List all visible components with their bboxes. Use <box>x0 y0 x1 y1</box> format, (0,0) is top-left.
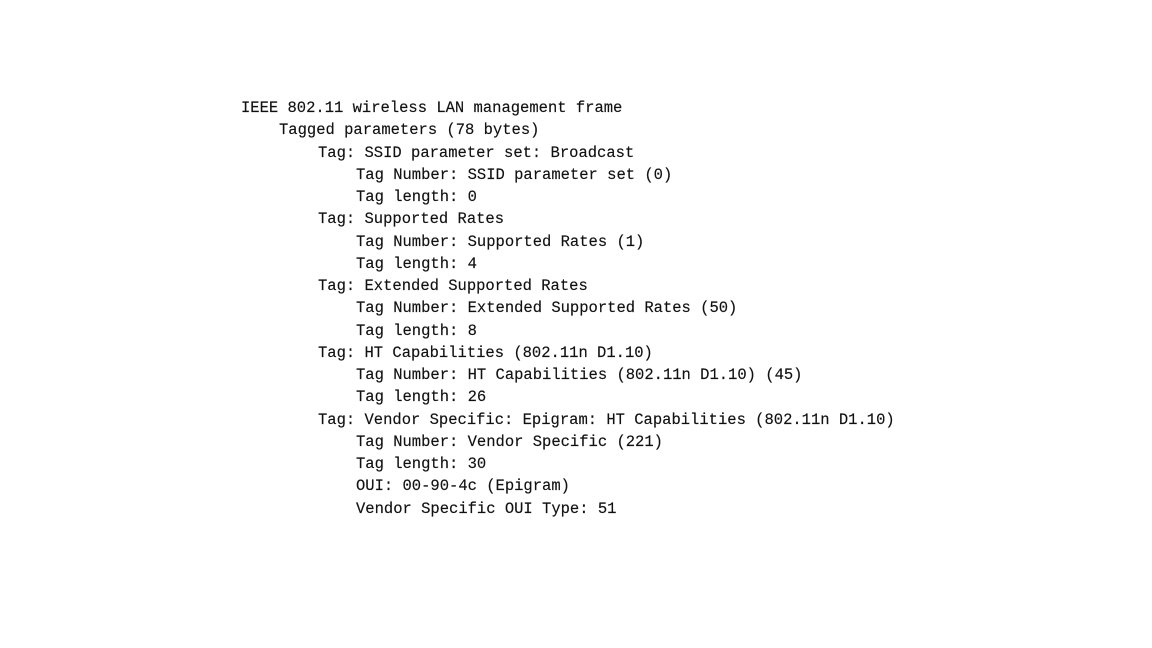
tag-vendor-specific-oui-type: Vendor Specific OUI Type: 51 <box>356 499 617 518</box>
tag-ht-capabilities-length: Tag length: 26 <box>356 388 487 407</box>
tag-supported-rates-number: Tag Number: Supported Rates (1) <box>356 232 645 251</box>
tag-extended-rates-number: Tag Number: Extended Supported Rates (50… <box>356 299 738 318</box>
frame-title: IEEE 802.11 wireless LAN management fram… <box>241 99 623 117</box>
tagged-parameters: Tagged parameters (78 bytes) <box>279 121 540 140</box>
tag-vendor-specific-oui: OUI: 00-90-4c (Epigram) <box>356 477 570 496</box>
tag-ht-capabilities-header: Tag: HT Capabilities (802.11n D1.10) <box>318 343 653 362</box>
tag-extended-rates-header: Tag: Extended Supported Rates <box>318 277 588 295</box>
tag-ssid-length: Tag length: 0 <box>356 188 477 206</box>
tag-ssid-header: Tag: SSID parameter set: Broadcast <box>318 143 635 162</box>
tag-extended-rates-length: Tag length: 8 <box>356 321 477 340</box>
packet-detail-tree: IEEE 802.11 wireless LAN management fram… <box>241 97 895 520</box>
tag-ht-capabilities-number: Tag Number: HT Capabilities (802.11n D1.… <box>356 366 803 384</box>
tag-vendor-specific-header: Tag: Vendor Specific: Epigram: HT Capabi… <box>318 410 895 429</box>
tag-vendor-specific-number: Tag Number: Vendor Specific (221) <box>356 432 663 451</box>
tag-ssid-number: Tag Number: SSID parameter set (0) <box>356 165 673 184</box>
tag-supported-rates-length: Tag length: 4 <box>356 254 477 273</box>
tag-supported-rates-header: Tag: Supported Rates <box>318 210 505 229</box>
tag-vendor-specific-length: Tag length: 30 <box>356 455 487 473</box>
